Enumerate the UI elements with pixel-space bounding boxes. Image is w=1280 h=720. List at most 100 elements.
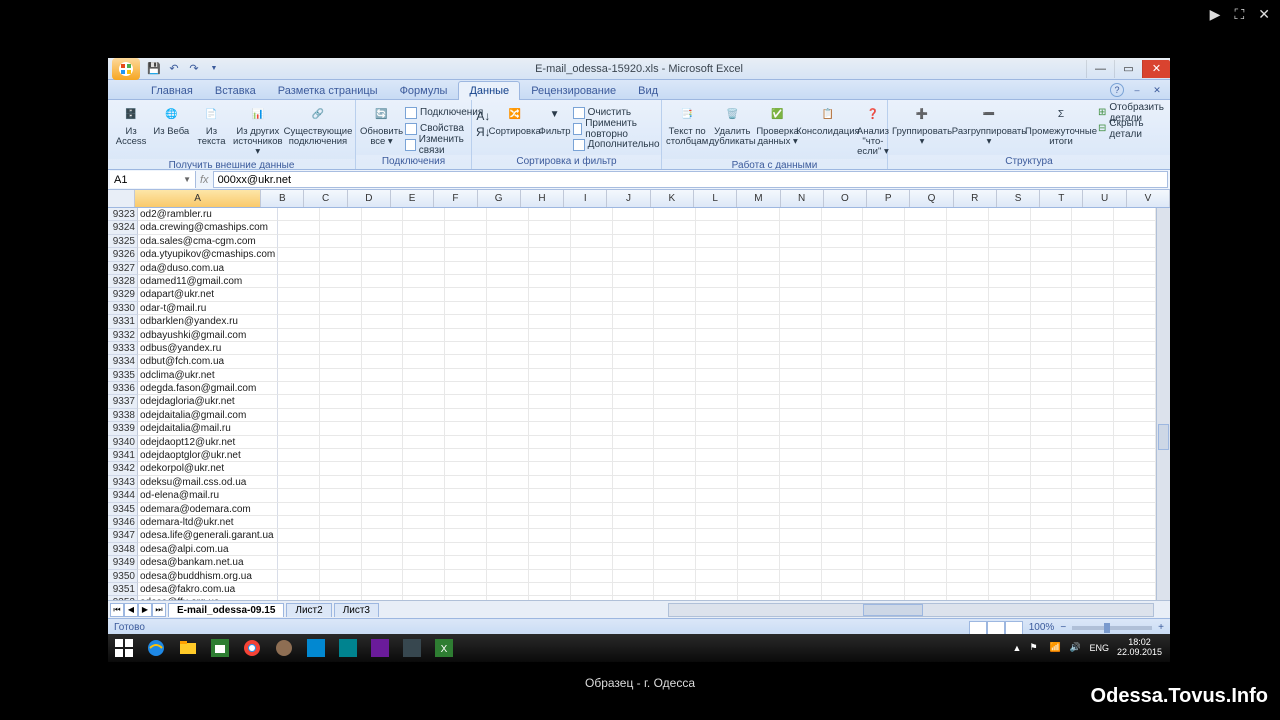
excel-taskbar-icon[interactable]: X [428, 634, 460, 662]
subtotal-button[interactable]: ΣПромежуточные итоги [1026, 102, 1096, 147]
table-row[interactable]: 9337odejdagloria@ukr.net [108, 395, 1156, 408]
row-header[interactable]: 9335 [108, 369, 138, 382]
ribbon-tab-4[interactable]: Данные [458, 81, 520, 100]
row-header[interactable]: 9331 [108, 315, 138, 328]
table-row[interactable]: 9349odesa@bankam.net.ua [108, 556, 1156, 569]
row-header[interactable]: 9339 [108, 422, 138, 435]
row-header[interactable]: 9330 [108, 302, 138, 315]
row-header[interactable]: 9343 [108, 476, 138, 489]
col-header-K[interactable]: K [651, 190, 694, 207]
cell[interactable]: oda.ytyupikov@cmaships.com [138, 248, 278, 261]
sort-asc-button[interactable]: А↓ [476, 108, 491, 123]
sort-button[interactable]: 🔀Сортировка [493, 102, 537, 137]
store-icon[interactable] [204, 634, 236, 662]
zoom-in-icon[interactable]: + [1158, 622, 1164, 633]
cell[interactable]: odejdaitalia@mail.ru [138, 422, 278, 435]
vertical-scrollbar[interactable] [1156, 208, 1170, 600]
chrome-icon[interactable] [236, 634, 268, 662]
col-header-R[interactable]: R [954, 190, 997, 207]
cell[interactable]: odbut@fch.com.ua [138, 355, 278, 368]
col-header-F[interactable]: F [434, 190, 477, 207]
ungroup-button[interactable]: ➖Разгруппировать ▾ [954, 102, 1024, 147]
hide-detail-button[interactable]: ⊟Скрыть детали [1098, 121, 1166, 136]
what-if-button[interactable]: ❓Анализ "что-если" ▾ [857, 102, 889, 157]
select-all-corner[interactable] [108, 190, 135, 207]
table-row[interactable]: 9325oda.sales@cma-cgm.com [108, 235, 1156, 248]
table-row[interactable]: 9324oda.crewing@cmaships.com [108, 221, 1156, 234]
from-text-button[interactable]: 📄Из текста [192, 102, 230, 147]
sheet-tab-2[interactable]: Лист3 [334, 603, 379, 617]
table-row[interactable]: 9328odamed11@gmail.com [108, 275, 1156, 288]
table-row[interactable]: 9333odbus@yandex.ru [108, 342, 1156, 355]
col-header-O[interactable]: O [824, 190, 867, 207]
fullscreen-icon[interactable]: ⛶ [1234, 6, 1244, 23]
office-button[interactable] [112, 58, 140, 80]
cell[interactable]: odamed11@gmail.com [138, 275, 278, 288]
sheet-tab-0[interactable]: E-mail_odessa-09.15 [168, 603, 284, 617]
cell[interactable]: odejdaoptglor@ukr.net [138, 449, 278, 462]
cell[interactable]: od2@rambler.ru [138, 208, 278, 221]
cell[interactable]: odbus@yandex.ru [138, 342, 278, 355]
play-icon[interactable]: ▶ [1210, 6, 1221, 23]
col-header-B[interactable]: B [261, 190, 304, 207]
table-row[interactable]: 9345odemara@odemara.com [108, 503, 1156, 516]
row-header[interactable]: 9326 [108, 248, 138, 261]
col-header-Q[interactable]: Q [910, 190, 953, 207]
remove-duplicates-button[interactable]: 🗑️Удалить дубликаты [710, 102, 754, 147]
row-header[interactable]: 9325 [108, 235, 138, 248]
zoom-out-icon[interactable]: − [1060, 622, 1066, 633]
flag-icon[interactable]: ⚑ [1029, 642, 1041, 654]
ie-icon[interactable] [140, 634, 172, 662]
cells-area[interactable]: 9323od2@rambler.ru9324oda.crewing@cmashi… [108, 208, 1156, 600]
row-header[interactable]: 9333 [108, 342, 138, 355]
table-row[interactable]: 9343odeksu@mail.css.od.ua [108, 476, 1156, 489]
table-row[interactable]: 9335odclima@ukr.net [108, 369, 1156, 382]
close-viewer-icon[interactable]: ✕ [1258, 6, 1270, 23]
volume-icon[interactable]: 🔊 [1069, 642, 1081, 654]
ribbon-tab-6[interactable]: Вид [627, 81, 669, 100]
redo-icon[interactable]: ↷ [186, 61, 202, 77]
clock[interactable]: 18:02 22.09.2015 [1117, 638, 1162, 658]
ribbon-tab-1[interactable]: Вставка [204, 81, 267, 100]
app-icon-4[interactable] [364, 634, 396, 662]
cell[interactable]: oda.crewing@cmaships.com [138, 221, 278, 234]
cell[interactable]: od-elena@mail.ru [138, 489, 278, 502]
mdi-close-icon[interactable]: ✕ [1150, 83, 1164, 97]
cell[interactable]: oda@duso.com.ua [138, 262, 278, 275]
col-header-P[interactable]: P [867, 190, 910, 207]
cell[interactable]: odeksu@mail.css.od.ua [138, 476, 278, 489]
table-row[interactable]: 9350odesa@buddhism.org.ua [108, 570, 1156, 583]
app-icon-3[interactable] [332, 634, 364, 662]
row-header[interactable]: 9344 [108, 489, 138, 502]
consolidate-button[interactable]: 📋Консолидация [801, 102, 855, 137]
row-header[interactable]: 9327 [108, 262, 138, 275]
sheet-nav-prev-icon[interactable]: ◀ [124, 603, 138, 617]
horizontal-scrollbar[interactable] [668, 603, 1154, 617]
lang-indicator[interactable]: ENG [1089, 643, 1109, 653]
row-header[interactable]: 9346 [108, 516, 138, 529]
col-header-J[interactable]: J [607, 190, 650, 207]
close-button[interactable]: ✕ [1142, 60, 1170, 78]
cell[interactable]: odapart@ukr.net [138, 288, 278, 301]
table-row[interactable]: 9348odesa@alpi.com.ua [108, 543, 1156, 556]
cell[interactable]: odejdagloria@ukr.net [138, 395, 278, 408]
ribbon-minimize-icon[interactable]: – [1130, 83, 1144, 97]
col-header-T[interactable]: T [1040, 190, 1083, 207]
col-header-I[interactable]: I [564, 190, 607, 207]
row-header[interactable]: 9332 [108, 329, 138, 342]
cell[interactable]: odejdaopt12@ukr.net [138, 436, 278, 449]
fx-icon[interactable]: fx [200, 174, 209, 186]
app-icon-1[interactable] [268, 634, 300, 662]
col-header-S[interactable]: S [997, 190, 1040, 207]
cell[interactable]: odclima@ukr.net [138, 369, 278, 382]
maximize-button[interactable]: ▭ [1114, 60, 1142, 78]
table-row[interactable]: 9329odapart@ukr.net [108, 288, 1156, 301]
save-icon[interactable]: 💾 [146, 61, 162, 77]
cell[interactable]: odegda.fason@gmail.com [138, 382, 278, 395]
table-row[interactable]: 9339odejdaitalia@mail.ru [108, 422, 1156, 435]
col-header-N[interactable]: N [781, 190, 824, 207]
sheet-nav-first-icon[interactable]: ⏮ [110, 603, 124, 617]
col-header-U[interactable]: U [1083, 190, 1126, 207]
ribbon-tab-3[interactable]: Формулы [389, 81, 459, 100]
col-header-H[interactable]: H [521, 190, 564, 207]
